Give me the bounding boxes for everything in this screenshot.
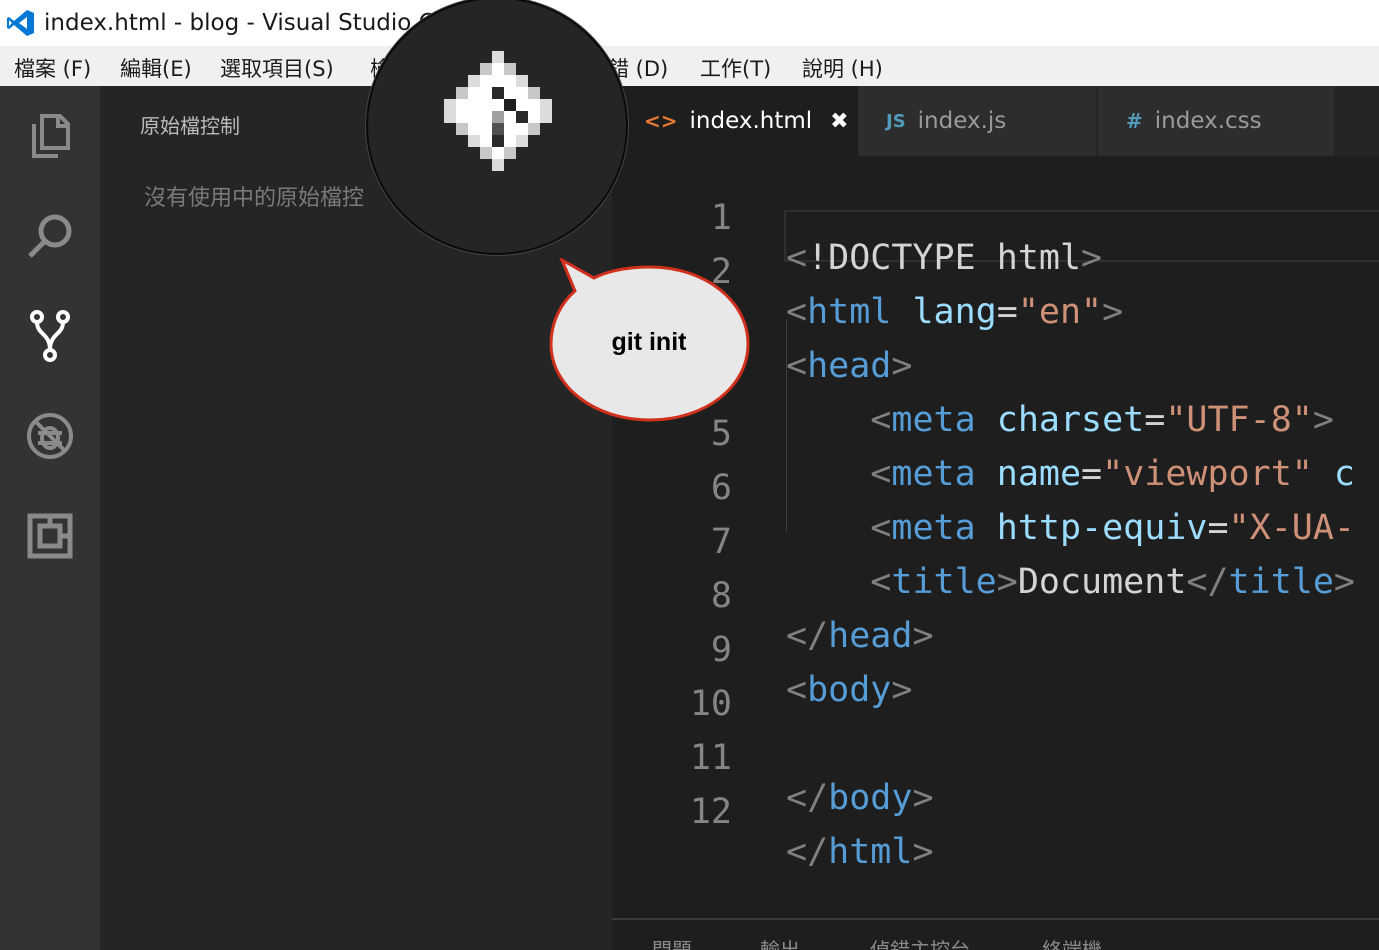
close-icon[interactable]: ✖ xyxy=(830,109,848,134)
git-init-callout: git init xyxy=(548,256,754,422)
panel-tab-terminal[interactable]: 終端機 xyxy=(1042,934,1102,950)
panel-tab-debug-console[interactable]: 偵錯主控台 xyxy=(870,934,970,950)
menu-edit[interactable]: 編輯(E) xyxy=(120,53,192,83)
activity-bar xyxy=(0,86,100,950)
title-bar: index.html - blog - Visual Studio C xyxy=(0,0,1379,46)
menu-selection[interactable]: 選取項目(S) xyxy=(220,53,334,83)
tab-index-css[interactable]: # index.css xyxy=(1098,86,1334,156)
extensions-icon[interactable] xyxy=(22,508,78,564)
files-icon[interactable] xyxy=(22,108,78,164)
menu-file[interactable]: 檔案 (F) xyxy=(14,53,91,83)
search-icon[interactable] xyxy=(22,208,78,264)
line-number: 12 xyxy=(689,792,732,832)
panel-tab-output[interactable]: 輸出 xyxy=(760,934,800,950)
menu-help[interactable]: 說明 (H) xyxy=(802,53,883,83)
code-line: 7 <title>Document</title> xyxy=(612,482,1379,602)
code-line: 12 </html> xyxy=(612,752,1379,872)
tab-index-js[interactable]: JS index.js xyxy=(858,86,1096,156)
code-line: 9 <body> xyxy=(612,590,1379,710)
bottom-panel: 問題 輸出 偵錯主控台 終端機 xyxy=(612,918,1379,950)
js-file-icon: JS xyxy=(886,110,906,132)
code-line: 11 </body> xyxy=(612,698,1379,818)
zoom-magnifier xyxy=(366,0,628,255)
css-file-icon: # xyxy=(1126,109,1143,133)
code-line: 1 <!DOCTYPE html> xyxy=(612,158,1379,278)
html-file-icon: <> xyxy=(644,109,678,133)
panel-tab-problems[interactable]: 問題 xyxy=(652,934,692,950)
sidebar-heading: 原始檔控制 xyxy=(140,114,240,138)
code-line: 6 <meta http-equiv="X-UA- xyxy=(612,428,1379,548)
git-icon xyxy=(444,51,552,171)
menu-bar: 檔案 (F) 編輯(E) 選取項目(S) 檢 錯 (D) 工作(T) 說明 (H… xyxy=(0,46,1379,86)
tab-index-html[interactable]: <> index.html ✖ xyxy=(612,86,858,156)
code-line: 8 </head> xyxy=(612,536,1379,656)
sidebar-empty-message: 沒有使用中的原始檔控 xyxy=(144,186,365,211)
window-title: index.html - blog - Visual Studio C xyxy=(44,10,435,36)
menu-tasks[interactable]: 工作(T) xyxy=(700,53,771,83)
source-control-icon[interactable] xyxy=(22,308,78,364)
editor-tab-bar: <> index.html ✖ JS index.js # index.css xyxy=(612,86,1379,156)
debug-icon[interactable] xyxy=(22,408,78,464)
vscode-logo-icon xyxy=(4,0,38,46)
tab-label: index.css xyxy=(1154,108,1262,134)
code-line: 10 xyxy=(612,644,1379,724)
tab-label: index.html xyxy=(689,108,813,134)
tab-label: index.js xyxy=(917,108,1007,134)
callout-text: git init xyxy=(611,328,687,356)
